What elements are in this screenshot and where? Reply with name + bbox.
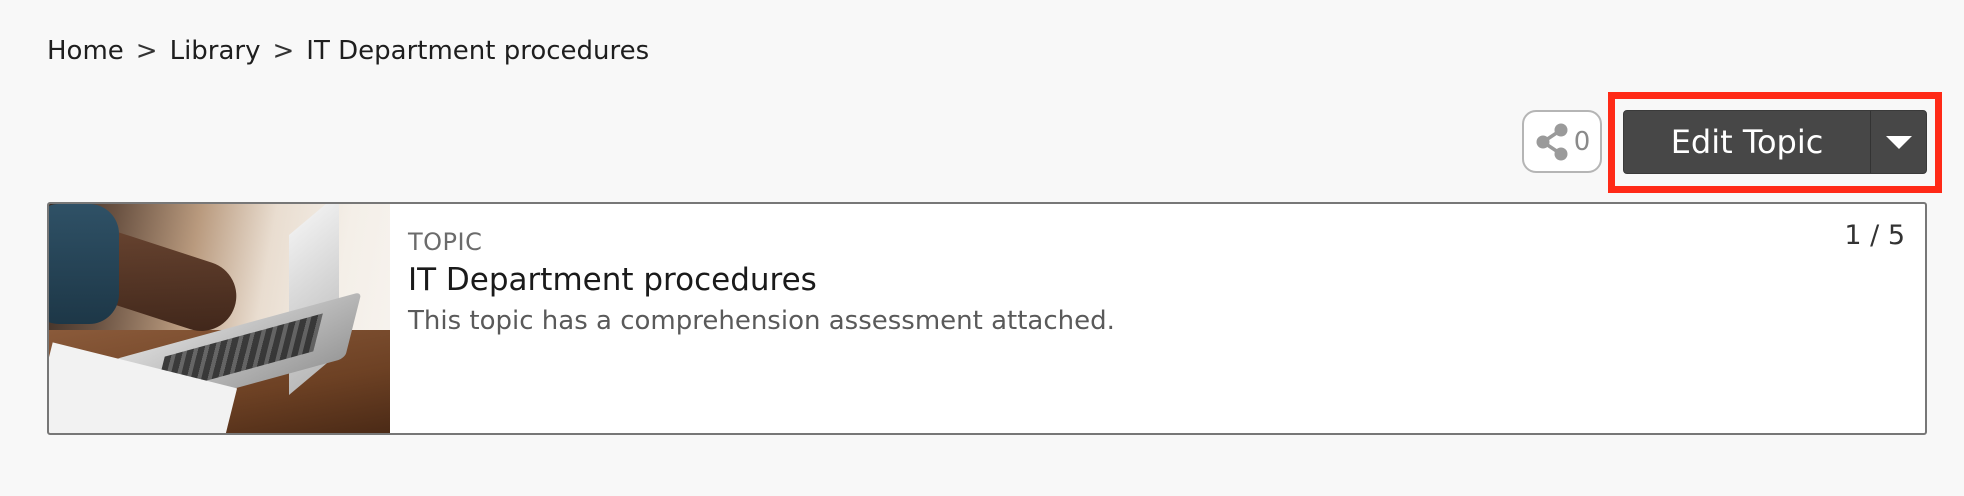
topic-thumbnail [49,204,390,433]
topic-card[interactable]: TOPIC IT Department procedures This topi… [47,202,1927,435]
breadcrumb-home[interactable]: Home [47,36,124,66]
caret-down-icon [1885,135,1912,149]
edit-topic-button[interactable]: Edit Topic [1624,111,1870,173]
topic-type-label: TOPIC [408,228,483,256]
topic-description: This topic has a comprehension assessmen… [408,306,1115,336]
topic-title[interactable]: IT Department procedures [408,262,1907,298]
share-button[interactable]: 0 [1522,110,1602,173]
breadcrumb-library[interactable]: Library [170,36,261,66]
edit-topic-dropdown-toggle[interactable] [1870,111,1926,173]
page: Home > Library > IT Department procedure… [0,0,1964,496]
share-count: 0 [1573,126,1591,157]
topic-position-counter: 1 / 5 [1844,220,1905,251]
breadcrumb-separator: > [135,36,158,66]
breadcrumb-current: IT Department procedures [306,36,650,66]
breadcrumb: Home > Library > IT Department procedure… [47,36,649,66]
topic-card-body: TOPIC IT Department procedures This topi… [390,204,1925,433]
edit-topic-split-button: Edit Topic [1623,110,1927,174]
share-icon [1536,123,1568,160]
breadcrumb-separator: > [272,36,295,66]
